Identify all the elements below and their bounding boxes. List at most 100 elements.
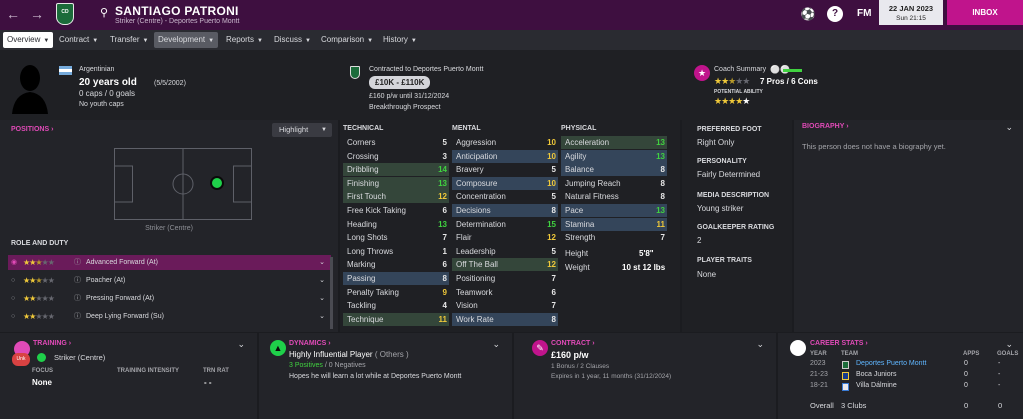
attribute-row[interactable]: Natural Fitness 8 <box>561 190 667 203</box>
career-year: 18-21 <box>810 382 828 389</box>
attribute-row[interactable]: Off The Ball 12 <box>452 258 558 272</box>
tab-contract[interactable]: Contract ▼ <box>55 32 102 48</box>
attribute-row[interactable]: Work Rate 8 <box>452 312 558 326</box>
career-row[interactable]: 2023 Deportes Puerto Montt 0 - <box>778 360 1023 371</box>
tab-discuss[interactable]: Discuss ▼ <box>270 32 315 48</box>
dynamics-title[interactable]: DYNAMICS › <box>289 340 331 347</box>
search-icon[interactable]: ⚲ <box>100 6 108 19</box>
tab-reports[interactable]: Reports ▼ <box>222 32 267 48</box>
continue-date[interactable]: 22 JAN 2023 Sun 21:15 <box>879 0 943 25</box>
radio-selected-icon[interactable]: ◉ <box>11 255 17 270</box>
attribute-row[interactable]: Anticipation 10 <box>452 149 558 163</box>
attribute-row[interactable]: Stamina 11 <box>561 217 667 231</box>
scrollbar[interactable] <box>330 257 333 329</box>
radio-icon[interactable]: ○ <box>11 273 15 288</box>
attribute-row[interactable]: Leadership 5 <box>452 245 558 258</box>
chevron-down-icon[interactable]: ⌄ <box>237 339 245 350</box>
attribute-row[interactable]: Crossing 3 <box>343 150 449 163</box>
attribute-row[interactable]: Free Kick Taking 6 <box>343 204 449 217</box>
attribute-row[interactable]: Concentration 5 <box>452 190 558 203</box>
pros-cons[interactable]: 7 Pros / 6 Cons <box>760 77 818 86</box>
positions-title[interactable]: POSITIONS › <box>11 126 53 133</box>
career-team[interactable]: Villa Dálmine <box>856 382 897 389</box>
attribute-row[interactable]: Pace 13 <box>561 204 667 217</box>
attribute-row[interactable]: Acceleration 13 <box>561 136 667 149</box>
attribute-row[interactable]: Positioning 7 <box>452 272 558 285</box>
info-icon[interactable]: ⓘ <box>74 291 81 306</box>
back-arrow-icon[interactable]: ← <box>6 7 20 21</box>
attribute-row[interactable]: Aggression 10 <box>452 136 558 149</box>
youth-caps: No youth caps <box>79 101 124 108</box>
overall-goals: 0 <box>998 401 1003 410</box>
attribute-row[interactable]: Tackling 4 <box>343 299 449 312</box>
attribute-row[interactable]: Dribbling 14 <box>343 163 449 177</box>
biography-title[interactable]: BIOGRAPHY › <box>802 123 849 130</box>
info-icon[interactable]: ⓘ <box>74 255 81 270</box>
attribute-row[interactable]: Finishing 13 <box>343 176 449 190</box>
height-label: Height <box>565 249 589 258</box>
attribute-row[interactable]: Long Shots 7 <box>343 231 449 244</box>
inbox-button[interactable]: INBOX <box>947 0 1023 25</box>
value-range[interactable]: £10K - £110K <box>369 76 431 89</box>
attribute-row[interactable]: Marking 6 <box>343 258 449 271</box>
role-duty-title: ROLE AND DUTY <box>11 240 69 247</box>
forward-arrow-icon[interactable]: → <box>30 7 44 21</box>
tab-history[interactable]: History ▼ <box>379 32 421 48</box>
chevron-down-icon[interactable]: ⌄ <box>319 273 325 288</box>
help-icon[interactable]: ? <box>827 6 843 22</box>
role-name: Pressing Forward (At) <box>86 295 155 302</box>
attribute-row[interactable]: Penalty Taking 9 <box>343 286 449 299</box>
training-title[interactable]: TRAINING › <box>33 340 71 347</box>
chevron-down-icon[interactable]: ⌄ <box>1005 122 1013 133</box>
chevron-down-icon[interactable]: ⌄ <box>319 255 325 270</box>
radio-icon[interactable]: ○ <box>11 309 15 324</box>
info-icon[interactable]: ⓘ <box>74 309 81 324</box>
ball-icon[interactable]: ⚽ <box>800 6 816 22</box>
attribute-row[interactable]: Determination 15 <box>452 218 558 231</box>
attribute-row[interactable]: Bravery 5 <box>452 163 558 176</box>
attribute-row[interactable]: Jumping Reach 8 <box>561 177 667 190</box>
role-row[interactable]: ○ ★★★★★ ⓘ Pressing Forward (At) ⌄ <box>8 291 331 306</box>
attribute-row[interactable]: Corners 5 <box>343 136 449 149</box>
attribute-row[interactable]: Flair 12 <box>452 231 558 244</box>
role-row[interactable]: ○ ★★★★★ ⓘ Poacher (At) ⌄ <box>8 273 331 288</box>
tab-overview[interactable]: Overview ▼ <box>3 32 54 48</box>
chevron-down-icon[interactable]: ⌄ <box>319 309 325 324</box>
chevron-down-icon[interactable]: ⌄ <box>1005 339 1013 350</box>
attribute-row[interactable]: Agility 13 <box>561 149 667 163</box>
attribute-row[interactable]: Strength 7 <box>561 231 667 244</box>
role-row[interactable]: ◉ ★★★★★ ⓘ Advanced Forward (At) ⌄ <box>8 255 331 270</box>
attribute-row[interactable]: Decisions 8 <box>452 204 558 217</box>
attribute-row[interactable]: Long Throws 1 <box>343 245 449 258</box>
club-badge-small[interactable] <box>350 66 360 79</box>
attribute-row[interactable]: Heading 13 <box>343 218 449 231</box>
contract-title[interactable]: CONTRACT › <box>551 340 595 347</box>
career-row[interactable]: 21-23 Boca Juniors 0 - <box>778 371 1023 382</box>
tab-development[interactable]: Development ▼ <box>154 32 219 48</box>
fm-menu[interactable]: FM <box>857 8 871 19</box>
coach-star-icon: ★ <box>694 65 710 81</box>
attribute-row[interactable]: First Touch 12 <box>343 190 449 204</box>
highlight-dropdown[interactable]: Highlight ▼ <box>272 123 332 137</box>
chevron-down-icon[interactable]: ⌄ <box>756 339 764 350</box>
career-team[interactable]: Boca Juniors <box>856 371 896 378</box>
tab-comparison[interactable]: Comparison ▼ <box>317 32 377 48</box>
career-team[interactable]: Deportes Puerto Montt <box>856 360 926 367</box>
role-row[interactable]: ○ ★★★★★ ⓘ Deep Lying Forward (Su) ⌄ <box>8 309 331 324</box>
attribute-value: 7 <box>551 274 556 283</box>
radio-icon[interactable]: ○ <box>11 291 15 306</box>
career-row[interactable]: 18-21 Villa Dálmine 0 - <box>778 382 1023 393</box>
career-title[interactable]: CAREER STATS › <box>810 340 868 347</box>
attribute-row[interactable]: Vision 7 <box>452 299 558 312</box>
chevron-down-icon[interactable]: ⌄ <box>492 339 500 350</box>
attribute-row[interactable]: Balance 8 <box>561 163 667 177</box>
chevron-down-icon[interactable]: ⌄ <box>319 291 325 306</box>
attribute-label: Long Throws <box>347 246 394 256</box>
attribute-row[interactable]: Composure 10 <box>452 176 558 190</box>
attribute-row[interactable]: Teamwork 6 <box>452 286 558 299</box>
attribute-row[interactable]: Passing 8 <box>343 272 449 285</box>
club-badge[interactable]: CD <box>56 3 74 25</box>
info-icon[interactable]: ⓘ <box>74 273 81 288</box>
attribute-row[interactable]: Technique 11 <box>343 312 449 326</box>
tab-transfer[interactable]: Transfer ▼ <box>106 32 152 48</box>
